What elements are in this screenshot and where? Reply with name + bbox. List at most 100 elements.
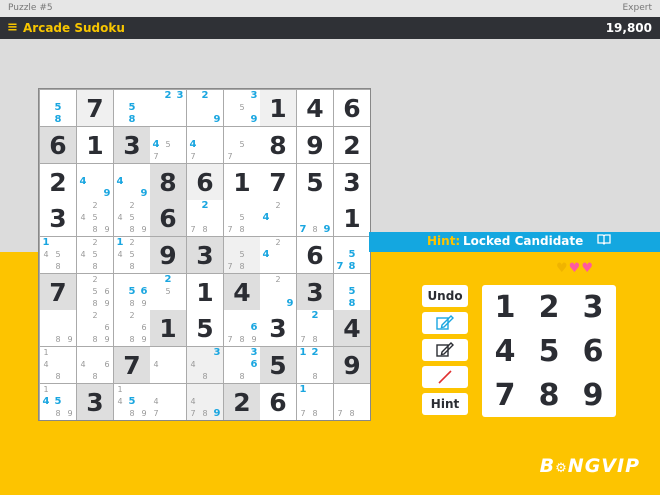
sudoku-cell[interactable]: 1	[150, 310, 186, 346]
sudoku-cell[interactable]: 6	[40, 127, 76, 163]
sudoku-cell[interactable]: 2689	[114, 310, 150, 346]
number-key-8[interactable]: 8	[527, 373, 571, 417]
sudoku-cell[interactable]: 2	[334, 127, 370, 163]
sudoku-cell[interactable]: 4 789	[187, 384, 223, 420]
sudoku-cell[interactable]: 8	[150, 164, 186, 200]
sudoku-cell[interactable]: 7	[114, 347, 150, 383]
sudoku-cell[interactable]: 4 68	[77, 347, 113, 383]
sudoku-cell[interactable]: 1	[77, 127, 113, 163]
sudoku-cell[interactable]: 1	[260, 90, 296, 126]
sudoku-cell[interactable]: 6	[187, 164, 223, 200]
sudoku-cell[interactable]: 25	[150, 274, 186, 310]
pencil-mode-button[interactable]	[422, 312, 468, 334]
sudoku-cell[interactable]: 5	[187, 310, 223, 346]
sudoku-cell[interactable]: 245 89	[77, 200, 113, 236]
sudoku-cell[interactable]: 1 45 89	[114, 384, 150, 420]
sudoku-cell[interactable]: 368	[224, 347, 260, 383]
sudoku-cell[interactable]: 49	[77, 164, 113, 200]
sudoku-cell[interactable]: 8	[260, 127, 296, 163]
sudoku-cell[interactable]: 7	[40, 274, 76, 310]
sudoku-cell[interactable]: 2 78	[297, 310, 333, 346]
number-key-3[interactable]: 3	[571, 285, 615, 329]
sudoku-cell[interactable]: 6	[260, 384, 296, 420]
sudoku-cell[interactable]: 3	[297, 274, 333, 310]
sudoku-board[interactable]: 5875823293591466134574757892249498617533…	[38, 88, 371, 421]
sudoku-cell[interactable]: 7	[260, 164, 296, 200]
sudoku-cell[interactable]: 2	[40, 164, 76, 200]
sudoku-cell[interactable]: 2689	[77, 310, 113, 346]
sudoku-cell[interactable]: 78	[334, 384, 370, 420]
sudoku-cell[interactable]: 2 5689	[77, 274, 113, 310]
sudoku-cell[interactable]: 5689	[114, 274, 150, 310]
hint-technique: Locked Candidate	[463, 234, 584, 248]
sudoku-cell[interactable]: 3	[260, 310, 296, 346]
sudoku-cell[interactable]: 58	[114, 90, 150, 126]
hint-button[interactable]: Hint	[422, 393, 468, 415]
sudoku-cell[interactable]: 57	[224, 127, 260, 163]
sudoku-cell[interactable]: 24	[260, 237, 296, 273]
sudoku-cell[interactable]: 6	[334, 90, 370, 126]
sudoku-cell[interactable]: 1 48	[40, 347, 76, 383]
sudoku-cell[interactable]: 578	[334, 237, 370, 273]
undo-button[interactable]: Undo	[422, 285, 468, 307]
sudoku-cell[interactable]: 578	[224, 200, 260, 236]
sudoku-cell[interactable]: 1245 8	[114, 237, 150, 273]
sudoku-cell[interactable]: 6	[297, 237, 333, 273]
sudoku-cell[interactable]: 1 45 89	[40, 384, 76, 420]
sudoku-cell[interactable]: 4	[334, 310, 370, 346]
sudoku-cell[interactable]: 245 89	[114, 200, 150, 236]
sudoku-cell[interactable]: 1	[187, 274, 223, 310]
sudoku-cell[interactable]: 9	[297, 127, 333, 163]
sudoku-cell[interactable]: 58	[40, 90, 76, 126]
sudoku-cell[interactable]: 9	[334, 347, 370, 383]
sudoku-cell[interactable]: 457	[150, 127, 186, 163]
sudoku-cell[interactable]: 3	[334, 164, 370, 200]
sudoku-cell[interactable]: 23	[150, 90, 186, 126]
sudoku-cell[interactable]: 359	[224, 90, 260, 126]
eliminate-mode-button[interactable]	[422, 366, 468, 388]
sudoku-cell[interactable]: 5	[260, 347, 296, 383]
sudoku-cell[interactable]: 1	[334, 200, 370, 236]
sudoku-cell[interactable]: 12 8	[297, 347, 333, 383]
sudoku-cell[interactable]: 29	[260, 274, 296, 310]
sudoku-cell[interactable]: 5	[297, 164, 333, 200]
number-key-4[interactable]: 4	[483, 329, 527, 373]
sudoku-cell[interactable]: 3	[77, 384, 113, 420]
menu-icon[interactable]: ≡	[7, 20, 18, 35]
number-key-2[interactable]: 2	[527, 285, 571, 329]
cell-value: 2	[233, 387, 251, 417]
pen-mode-button[interactable]	[422, 339, 468, 361]
sudoku-cell[interactable]: 2 78	[187, 200, 223, 236]
sudoku-cell[interactable]: 1 45 8	[40, 237, 76, 273]
number-key-9[interactable]: 9	[571, 373, 615, 417]
sudoku-cell[interactable]: 58	[334, 274, 370, 310]
number-key-6[interactable]: 6	[571, 329, 615, 373]
number-key-5[interactable]: 5	[527, 329, 571, 373]
sudoku-cell[interactable]: 3	[187, 237, 223, 273]
sudoku-cell[interactable]: 4	[297, 90, 333, 126]
sudoku-cell[interactable]: 7	[77, 90, 113, 126]
sudoku-cell[interactable]: 1 78	[297, 384, 333, 420]
sudoku-cell[interactable]: 47	[150, 384, 186, 420]
sudoku-cell[interactable]: 578	[224, 237, 260, 273]
sudoku-cell[interactable]: 1	[224, 164, 260, 200]
sudoku-cell[interactable]: 4	[150, 347, 186, 383]
sudoku-cell[interactable]: 6 789	[224, 310, 260, 346]
sudoku-cell[interactable]: 49	[114, 164, 150, 200]
sudoku-cell[interactable]: 3	[114, 127, 150, 163]
sudoku-cell[interactable]: 245 8	[77, 237, 113, 273]
sudoku-cell[interactable]: 2	[224, 384, 260, 420]
number-key-1[interactable]: 1	[483, 285, 527, 329]
sudoku-cell[interactable]: 24	[260, 200, 296, 236]
book-icon[interactable]	[597, 233, 611, 248]
sudoku-cell[interactable]: 3	[40, 200, 76, 236]
sudoku-cell[interactable]: 9	[150, 237, 186, 273]
sudoku-cell[interactable]: 47	[187, 127, 223, 163]
sudoku-cell[interactable]: 29	[187, 90, 223, 126]
sudoku-cell[interactable]: 89	[40, 310, 76, 346]
sudoku-cell[interactable]: 6	[150, 200, 186, 236]
sudoku-cell[interactable]: 3 48	[187, 347, 223, 383]
number-key-7[interactable]: 7	[483, 373, 527, 417]
sudoku-cell[interactable]: 9 78	[297, 200, 333, 236]
sudoku-cell[interactable]: 4	[224, 274, 260, 310]
